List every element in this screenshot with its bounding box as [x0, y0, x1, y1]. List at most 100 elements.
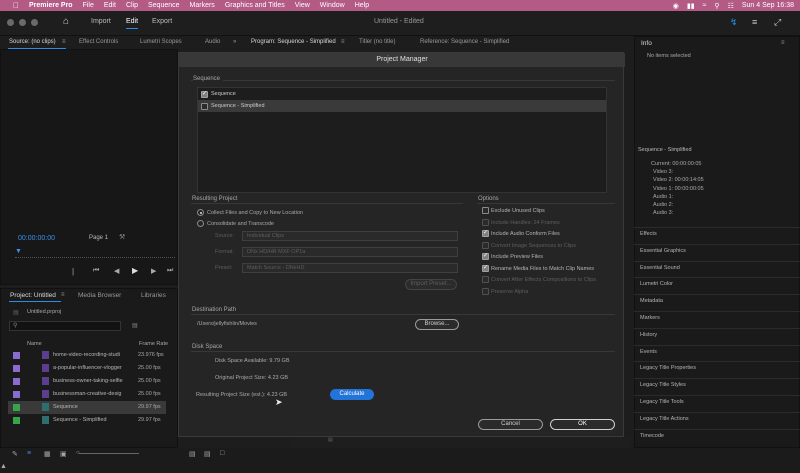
label-color-swatch[interactable] [13, 365, 20, 372]
wrench-icon[interactable]: ⚒ [119, 233, 125, 241]
menu-sequence[interactable]: Sequence [148, 2, 180, 9]
label-color-swatch[interactable] [13, 352, 20, 359]
option-label[interactable]: Preserve Alpha [491, 289, 528, 295]
tab-edit[interactable]: Edit [126, 18, 139, 29]
option-checkbox[interactable] [482, 241, 489, 249]
search-icon[interactable]: ⚲ [714, 2, 719, 10]
panel-item[interactable]: Legacy Title Properties [640, 365, 696, 371]
ok-button[interactable]: OK [550, 419, 615, 430]
zoom-slider[interactable] [79, 453, 139, 454]
project-search-input[interactable]: ⚲ [9, 321, 121, 331]
source-ruler[interactable] [15, 252, 175, 258]
freeform-view-icon[interactable]: ▣ [60, 450, 67, 458]
fullscreen-icon[interactable]: ⤢ [774, 17, 781, 28]
battery-icon[interactable]: ▮▮ [687, 2, 695, 10]
option-checkbox[interactable] [482, 218, 489, 226]
playhead-icon[interactable]: ▼ [15, 248, 22, 255]
tab-media-browser[interactable]: Media Browser [78, 292, 121, 299]
option-label[interactable]: Rename Media Files to Match Clip Names [491, 266, 594, 272]
browse-button[interactable]: Browse... [415, 319, 459, 330]
frame-back-icon[interactable]: ◀ [114, 267, 119, 275]
panel-item[interactable]: Timecode [640, 433, 664, 439]
label-color-swatch[interactable] [13, 378, 20, 385]
menu-view[interactable]: View [295, 2, 310, 9]
panel-item[interactable]: History [640, 332, 657, 338]
apple-icon[interactable]:  [13, 1, 19, 10]
consolidate-radio[interactable] [197, 220, 204, 227]
table-row[interactable]: Sequence - Simplified 29.97 fps [8, 414, 166, 427]
list-view-icon[interactable]: ≡ [27, 450, 31, 457]
trash-icon[interactable]: □ [220, 450, 224, 457]
tab-reference[interactable]: Reference: Sequence - Simplified [420, 39, 509, 45]
source-timecode[interactable]: 00:00:00:00 [18, 235, 55, 242]
home-icon[interactable]: ⌂ [63, 16, 69, 27]
tab-libraries[interactable]: Libraries [141, 292, 166, 299]
tab-program[interactable]: Program: Sequence - Simplified [251, 39, 336, 45]
table-row[interactable]: business-owner-taking-selfie 25.00 fps [8, 375, 166, 388]
import-preset-button[interactable]: Import Preset... [405, 279, 457, 290]
new-bin-icon[interactable]: ▤ [132, 322, 138, 329]
frame-forward-icon[interactable]: ▶ [151, 267, 156, 275]
label-color-swatch[interactable] [13, 417, 20, 424]
source-select[interactable]: Individual Clips [242, 231, 458, 241]
control-center-icon[interactable]: ☷ [728, 2, 734, 10]
column-frame-rate[interactable]: Frame Rate [139, 341, 168, 347]
option-checkbox[interactable] [482, 276, 489, 283]
label-color-swatch[interactable] [13, 404, 20, 411]
folder-icon[interactable]: ▤ [204, 450, 211, 458]
panel-item[interactable]: Essential Sound [640, 265, 680, 271]
selection-tool-icon[interactable]: ▲ [0, 463, 7, 470]
tab-export[interactable]: Export [152, 18, 172, 25]
tab-source[interactable]: Source: (no clips) [9, 39, 56, 45]
option-label[interactable]: Include Audio Conform Files [491, 231, 560, 237]
collect-files-label[interactable]: Collect Files and Copy to New Location [207, 210, 303, 216]
tab-effect-controls[interactable]: Effect Controls [79, 39, 118, 45]
table-row[interactable]: home-video-recording-studi 23.976 fps [8, 349, 166, 362]
option-checkbox[interactable] [482, 287, 489, 295]
panel-item[interactable]: Markers [640, 315, 660, 321]
lock-icon[interactable]: ✎ [12, 450, 18, 458]
menu-graphics-titles[interactable]: Graphics and Titles [225, 2, 285, 9]
table-row[interactable]: a-popular-influencer-vlogger 25.00 fps [8, 362, 166, 375]
new-item-icon[interactable]: ▤ [189, 450, 196, 458]
option-checkbox[interactable]: ✓ [482, 230, 489, 237]
close-window-button[interactable] [7, 19, 14, 26]
mark-in-icon[interactable]: | [72, 267, 74, 276]
play-icon[interactable]: ▶ [132, 266, 138, 275]
sequence-checkbox[interactable]: ✓ [201, 91, 208, 98]
option-label[interactable]: Exclude Unused Clips [491, 208, 545, 214]
workspaces-icon[interactable]: ≡ [752, 17, 757, 27]
table-row[interactable]: businessman-creative-desig 25.00 fps [8, 388, 166, 401]
panel-item[interactable]: Essential Graphics [640, 248, 686, 254]
menu-premiere-pro[interactable]: Premiere Pro [29, 2, 73, 9]
sequence-row-selected[interactable]: Sequence - Simplified [198, 100, 606, 112]
record-icon[interactable]: ◉ [673, 2, 679, 10]
source-menu-icon[interactable]: ≡ [62, 39, 66, 45]
info-menu-icon[interactable]: ≡ [781, 40, 785, 46]
panel-item[interactable]: Metadata [640, 298, 663, 304]
clock[interactable]: Sun 4 Sep 16:38 [742, 2, 794, 9]
zoom-window-button[interactable] [31, 19, 38, 26]
tab-lumetri-scopes[interactable]: Lumetri Scopes [140, 39, 182, 45]
panel-item[interactable]: Legacy Title Styles [640, 382, 686, 388]
project-menu-icon[interactable]: ≡ [61, 292, 65, 298]
column-name[interactable]: Name [27, 341, 42, 347]
consolidate-label[interactable]: Consolidate and Transcode [207, 221, 274, 227]
panel-item[interactable]: Effects [640, 231, 657, 237]
tab-project[interactable]: Project: Untitled [10, 292, 56, 299]
collect-files-radio[interactable] [197, 209, 204, 216]
tab-import[interactable]: Import [91, 18, 111, 25]
panel-item[interactable]: Legacy Title Tools [640, 399, 684, 405]
option-label[interactable]: Include Preview Files [491, 254, 543, 260]
step-back-icon[interactable]: ⏮ [93, 267, 99, 275]
menu-markers[interactable]: Markers [190, 2, 215, 9]
option-checkbox[interactable] [482, 207, 489, 214]
source-page[interactable]: Page 1 [89, 235, 108, 241]
zoom-slider-handle[interactable]: ○ [76, 450, 80, 456]
quick-export-icon[interactable]: ↯ [730, 17, 738, 28]
calculate-button[interactable]: Calculate [330, 389, 374, 400]
menu-help[interactable]: Help [355, 2, 369, 9]
option-checkbox[interactable]: ✓ [482, 253, 489, 260]
preset-select[interactable]: Match Source - DNxHD [242, 263, 458, 273]
sequence-simplified-checkbox[interactable] [201, 103, 208, 110]
